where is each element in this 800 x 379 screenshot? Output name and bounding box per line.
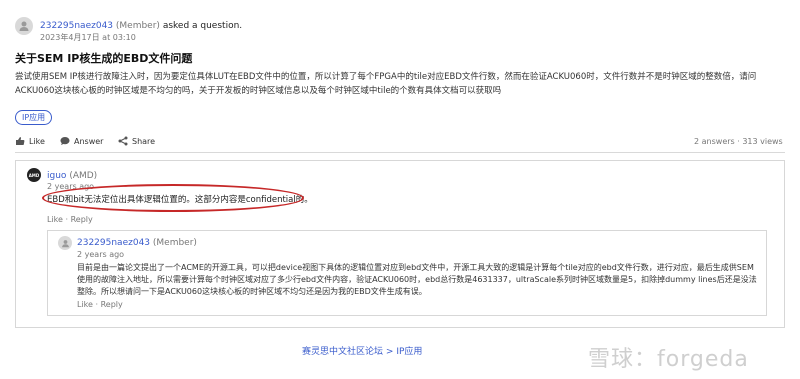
reply-author-name[interactable]: 232295naez043 [77,238,150,248]
reply-author-avatar[interactable] [58,236,72,250]
like-label: Like [29,136,45,146]
answer-actions[interactable]: Like · Reply [47,215,93,225]
amd-logo: AMD [28,172,40,178]
share-label: Share [132,136,156,146]
reply-time: 2 years ago [77,250,125,259]
reply-text: 目前是由一篇论文提出了一个ACME的开源工具，可以把device视图下具体的逻辑… [77,263,757,296]
share-icon [118,136,128,146]
reply-author: 232295naez043 (Member) [77,237,197,249]
answer-author-name[interactable]: iguo [47,171,66,181]
tag-ip-app[interactable]: IP应用 [15,110,53,125]
question-title: 关于SEM IP核生成的EBD文件问题 [15,52,193,65]
breadcrumb-leaf[interactable]: IP应用 [396,347,422,357]
answer-label: Answer [74,136,104,146]
asker-role: (Member) [115,21,160,31]
thumbs-up-icon [16,137,25,145]
like-action[interactable]: Like [15,136,45,146]
answer-author: iguo (AMD) [47,170,97,182]
comment-icon [60,137,70,145]
share-action[interactable]: Share [118,136,155,146]
question-stats: 2 answers · 313 views [694,137,783,146]
user-icon [61,239,69,247]
answer-action[interactable]: Answer [60,136,103,146]
question-date: 2023年4月17日 at 03:10 [40,33,136,42]
question-body: 尝试使用SEM IP核进行故障注入时，因为要定位具体LUT在EBD文件中的位置，… [15,72,757,96]
breadcrumb: 赛灵思中文社区论坛 > IP应用 [302,346,422,358]
asked-text: asked a question. [162,21,243,31]
reply-author-role: (Member) [152,238,197,248]
breadcrumb-separator: > [385,347,394,357]
user-icon [19,21,29,31]
question-meta: 232295naez043 (Member) asked a question. [40,20,242,32]
divider [15,152,785,153]
asker-name[interactable]: 232295naez043 [40,21,113,31]
answer-author-avatar[interactable]: AMD [27,168,41,182]
annotation-oval [42,184,304,212]
watermark-text: 雪球：forgeda [588,347,749,372]
watermark: 雪球：forgeda [588,341,749,373]
answer-author-role: (AMD) [69,171,98,181]
reply-actions[interactable]: Like · Reply [77,300,123,310]
asker-avatar[interactable] [15,17,33,35]
breadcrumb-home[interactable]: 赛灵思中文社区论坛 [302,347,383,357]
